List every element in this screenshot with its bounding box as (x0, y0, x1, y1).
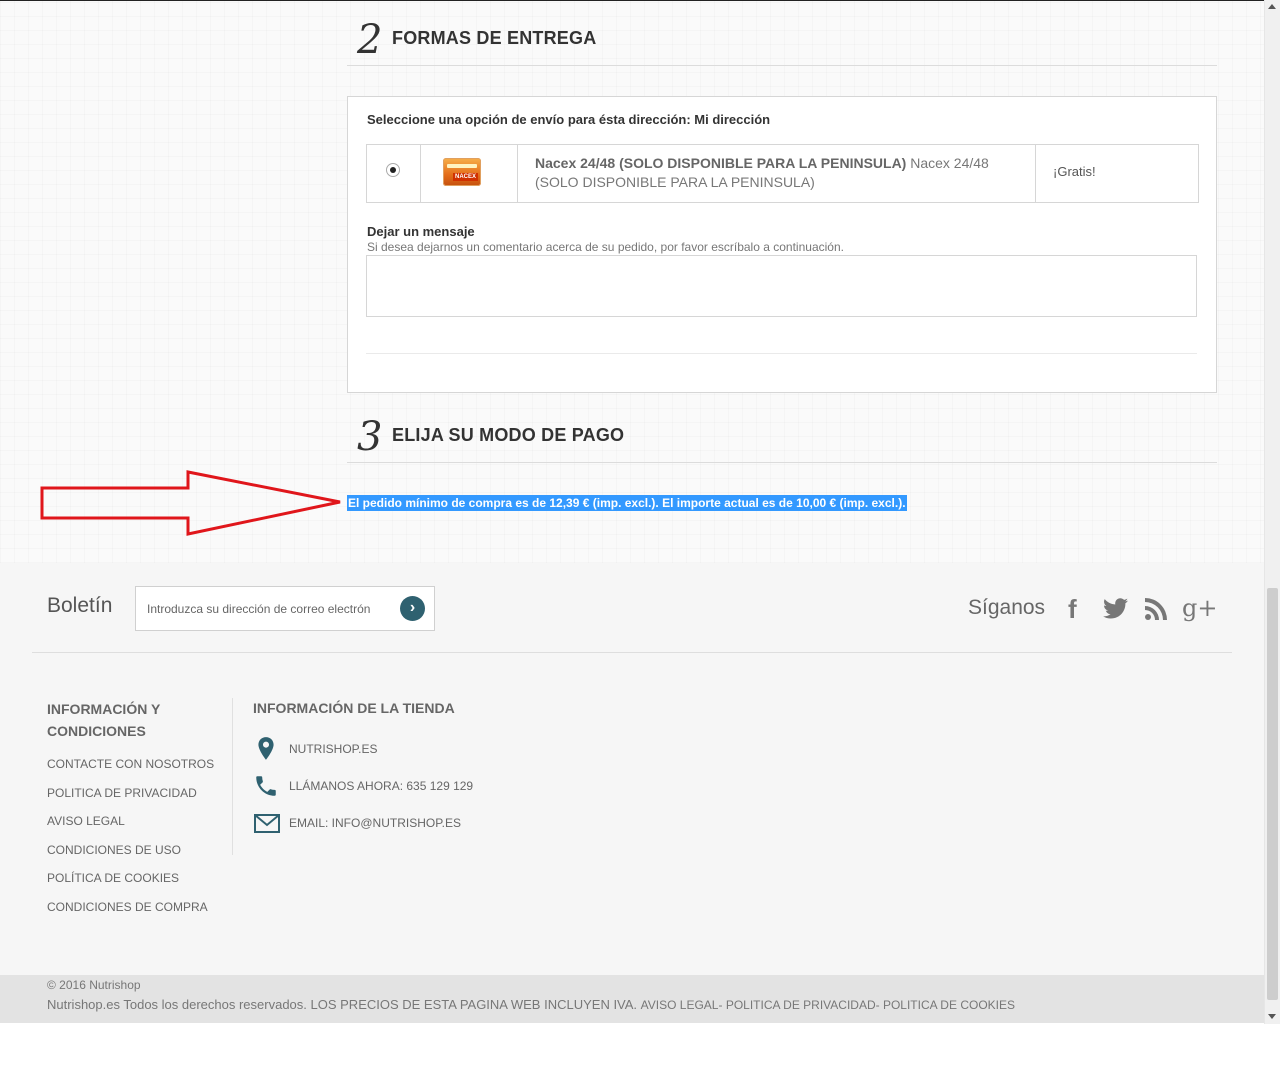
phone-icon (253, 773, 279, 802)
phone-number: LLÁMANOS AHORA: 635 129 129 (289, 779, 474, 793)
delivery-options-box: Seleccione una opción de envío para ésta… (347, 96, 1217, 393)
copyright-bar: © 2016 Nutrishop Nutrishop.es Todos los … (0, 975, 1264, 1023)
follow-us-label: Síganos (968, 596, 1046, 619)
google-plus-icon[interactable]: g+ (1182, 594, 1217, 622)
envelope-icon (253, 810, 281, 839)
scroll-up-arrow-icon[interactable] (1268, 4, 1276, 9)
message-hint: Si desea dejarnos un comentario acerca d… (367, 240, 844, 254)
carrier-logo-cell: NACEX (421, 145, 518, 202)
legal-links[interactable]: AVISO LEGAL- POLITICA DE PRIVACIDAD- POL… (641, 998, 1015, 1012)
carrier-radio[interactable] (386, 163, 400, 177)
step-title: ELIJA SU MODO DE PAGO (392, 425, 625, 445)
footer-link-purchase-terms[interactable]: CONDICIONES DE COMPRA (47, 899, 214, 928)
store-info-title: INFORMACIÓN DE LA TIENDA (253, 700, 455, 716)
nacex-logo: NACEX (443, 158, 481, 186)
newsletter-label: Boletín (47, 594, 113, 617)
payment-step-header: 3 ELIJA SU MODO DE PAGO (347, 415, 1217, 463)
footer-link-cookies[interactable]: POLÍTICA DE COOKIES (47, 870, 214, 899)
delivery-step-header: 2 FORMAS DE ENTREGA (347, 18, 1217, 66)
vertical-scrollbar[interactable] (1264, 0, 1280, 1024)
red-arrow-annotation (40, 470, 341, 536)
chevron-right-icon: › (409, 599, 416, 616)
step-number: 2 (357, 17, 383, 63)
rss-icon[interactable] (1144, 598, 1168, 625)
store-name: NUTRISHOP.ES (289, 742, 378, 756)
facebook-icon[interactable]: f (1068, 594, 1077, 625)
rights-statement: Nutrishop.es Todos los derechos reservad… (47, 997, 638, 1012)
message-label: Dejar un mensaje (367, 224, 475, 239)
scroll-down-arrow-icon[interactable] (1268, 1014, 1276, 1019)
carrier-price-cell: ¡Gratis! (1036, 145, 1198, 202)
min-order-warning: El pedido mínimo de compra es de 12,39 €… (347, 495, 907, 511)
top-border (0, 0, 1264, 1)
footer-link-privacy[interactable]: POLITICA DE PRIVACIDAD (47, 785, 214, 814)
map-marker-icon (253, 736, 279, 765)
info-conditions-links: CONTACTE CON NOSOTROS POLITICA DE PRIVAC… (47, 756, 214, 927)
box-divider (366, 353, 1197, 354)
copyright-text: © 2016 Nutrishop (47, 978, 141, 992)
info-conditions-title: INFORMACIÓN Y CONDICIONES (47, 701, 161, 739)
step-number: 3 (357, 414, 383, 460)
newsletter-form: › (135, 586, 435, 631)
message-textarea[interactable] (366, 255, 1197, 317)
newsletter-email-input[interactable] (147, 599, 393, 619)
step-title: FORMAS DE ENTREGA (392, 28, 597, 48)
carrier-option-row[interactable]: NACEX Nacex 24/48 (SOLO DISPONIBLE PARA … (366, 144, 1199, 203)
carrier-radio-cell[interactable] (367, 145, 421, 202)
column-separator (232, 698, 233, 855)
footer-link-legal[interactable]: AVISO LEGAL (47, 813, 214, 842)
carrier-description: Nacex 24/48 (SOLO DISPONIBLE PARA LA PEN… (535, 154, 1015, 192)
rights-text: Nutrishop.es Todos los derechos reservad… (47, 997, 1015, 1012)
footer-divider (32, 652, 1232, 653)
carrier-price: ¡Gratis! (1053, 164, 1096, 179)
footer-link-terms[interactable]: CONDICIONES DE USO (47, 842, 214, 871)
delivery-prompt: Seleccione una opción de envío para ésta… (367, 112, 771, 127)
footer-link-contact[interactable]: CONTACTE CON NOSOTROS (47, 756, 214, 785)
carrier-name: Nacex 24/48 (SOLO DISPONIBLE PARA LA PEN… (535, 155, 907, 171)
scrollbar-thumb[interactable] (1267, 588, 1278, 1000)
newsletter-submit-button[interactable]: › (400, 596, 425, 621)
twitter-icon[interactable] (1103, 598, 1128, 624)
logo-tag: NACEX (452, 173, 478, 181)
carrier-description-cell: Nacex 24/48 (SOLO DISPONIBLE PARA LA PEN… (518, 145, 1036, 202)
email-address[interactable]: EMAIL: INFO@NUTRISHOP.ES (289, 816, 461, 830)
footer: Boletín › Síganos f g+ INFORMACIÓN Y CON… (0, 563, 1264, 975)
